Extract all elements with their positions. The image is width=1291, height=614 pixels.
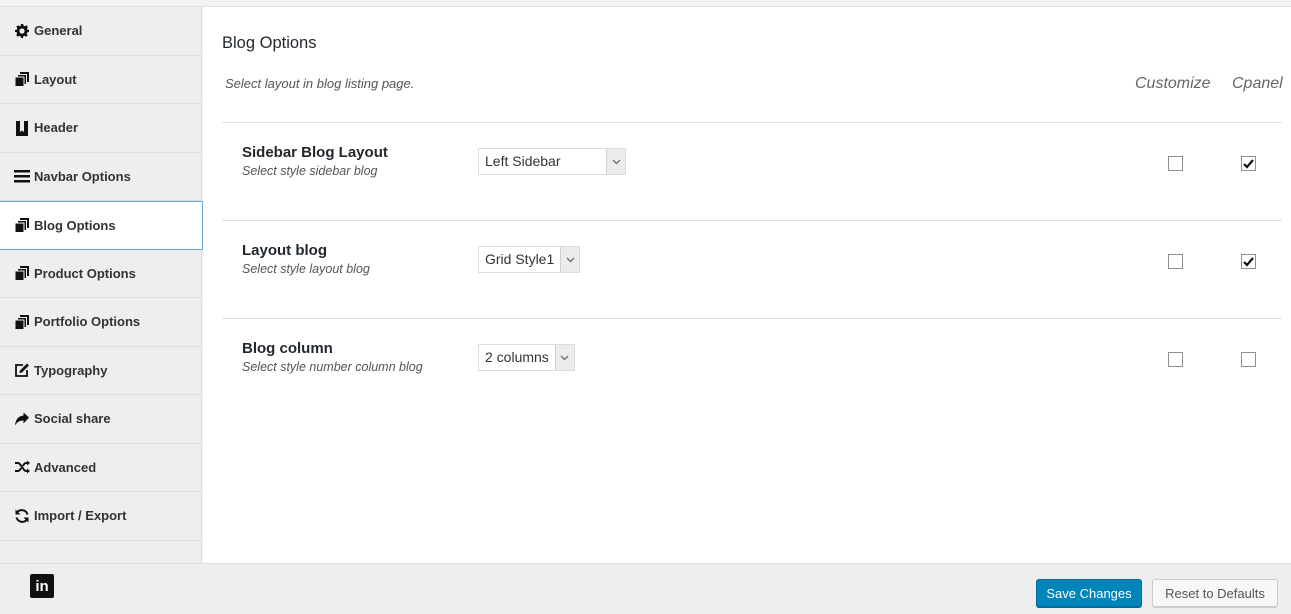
sidebar-item-label: Advanced: [34, 459, 97, 475]
sidebar-blog-layout-select[interactable]: Left Sidebar: [478, 148, 626, 175]
cpanel-checkbox[interactable]: [1241, 352, 1256, 367]
layout-blog-select[interactable]: Grid Style1: [478, 246, 581, 273]
sidebar-item-label: Import / Export: [34, 508, 127, 524]
sidebar-item-blog-options[interactable]: Blog Options: [0, 201, 203, 250]
copy-icon: [14, 265, 30, 282]
gear-icon: [14, 23, 30, 39]
sidebar-item-layout[interactable]: Layout: [0, 56, 201, 104]
random-icon: [14, 459, 30, 475]
option-subtitle: Select style number column blog: [242, 360, 423, 374]
chevron-down-icon: [554, 345, 574, 370]
option-title: Blog column: [242, 340, 333, 357]
sidebar-item-label: Product Options: [34, 265, 136, 281]
option-subtitle: Select style sidebar blog: [242, 164, 378, 178]
chevron-down-icon: [560, 247, 580, 272]
top-bar: [0, 0, 1291, 7]
option-row-blog-column: Blog column Select style number column b…: [222, 318, 1282, 416]
sidebar-item-social-share[interactable]: Social share: [0, 395, 201, 444]
option-row-layout-blog: Layout blog Select style layout blog Gri…: [222, 220, 1282, 318]
chevron-down-icon: [606, 149, 625, 174]
sidebar-item-label: Blog Options: [34, 217, 116, 233]
refresh-icon: [14, 508, 30, 524]
sidebar-item-product-options[interactable]: Product Options: [0, 250, 201, 298]
sidebar-item-label: Typography: [34, 362, 108, 378]
select-value: Left Sidebar: [485, 153, 561, 169]
customize-checkbox[interactable]: [1168, 156, 1183, 171]
sidebar-item-label: General: [34, 23, 83, 39]
sidebar-item-label: Portfolio Options: [34, 314, 141, 330]
footer-bar: in Save Changes Reset to Defaults: [0, 563, 1291, 614]
check-icon: [1243, 158, 1254, 169]
blog-column-select[interactable]: 2 columns: [478, 344, 575, 371]
sidebar-item-typography[interactable]: Typography: [0, 347, 201, 395]
bars-icon: [14, 168, 30, 184]
page-title: Blog Options: [222, 34, 317, 52]
copy-icon: [14, 71, 30, 88]
option-row-sidebar-blog-layout: Sidebar Blog Layout Select style sidebar…: [222, 122, 1282, 220]
sidebar-item-header[interactable]: Header: [0, 104, 201, 153]
select-value: 2 columns: [485, 349, 549, 365]
sidebar-item-label: Header: [34, 120, 79, 136]
linkedin-icon[interactable]: in: [30, 574, 54, 598]
sidebar-item-import-export[interactable]: Import / Export: [0, 492, 201, 541]
customize-checkbox[interactable]: [1168, 254, 1183, 269]
copy-icon: [14, 217, 30, 234]
customize-checkbox[interactable]: [1168, 352, 1183, 367]
option-subtitle: Select style layout blog: [242, 262, 370, 276]
cpanel-checkbox[interactable]: [1241, 254, 1256, 269]
column-header-cpanel: Cpanel: [1232, 75, 1283, 92]
section-description: Select layout in blog listing page.: [225, 76, 415, 91]
save-changes-button[interactable]: Save Changes: [1036, 579, 1142, 607]
edit-icon: [14, 362, 30, 378]
select-value: Grid Style1: [485, 251, 555, 267]
bookmark-icon: [14, 120, 30, 136]
sidebar-item-advanced[interactable]: Advanced: [0, 444, 201, 492]
column-header-customize: Customize: [1135, 75, 1211, 92]
sidebar-item-label: Navbar Options: [34, 168, 131, 184]
copy-icon: [14, 314, 30, 330]
option-title: Layout blog: [242, 242, 327, 259]
share-icon: [14, 411, 30, 427]
sidebar: General Layout Header Navbar Options Blo…: [0, 7, 203, 563]
sidebar-item-label: Layout: [34, 71, 77, 87]
sidebar-item-navbar-options[interactable]: Navbar Options: [0, 153, 201, 201]
option-title: Sidebar Blog Layout: [242, 144, 388, 161]
sidebar-item-general[interactable]: General: [0, 7, 201, 56]
sidebar-item-label: Social share: [34, 411, 111, 427]
reset-to-defaults-button[interactable]: Reset to Defaults: [1152, 579, 1278, 607]
cpanel-checkbox[interactable]: [1241, 156, 1256, 171]
check-icon: [1243, 256, 1254, 267]
main-panel: Blog Options Select layout in blog listi…: [203, 7, 1291, 563]
sidebar-item-portfolio-options[interactable]: Portfolio Options: [0, 298, 201, 347]
